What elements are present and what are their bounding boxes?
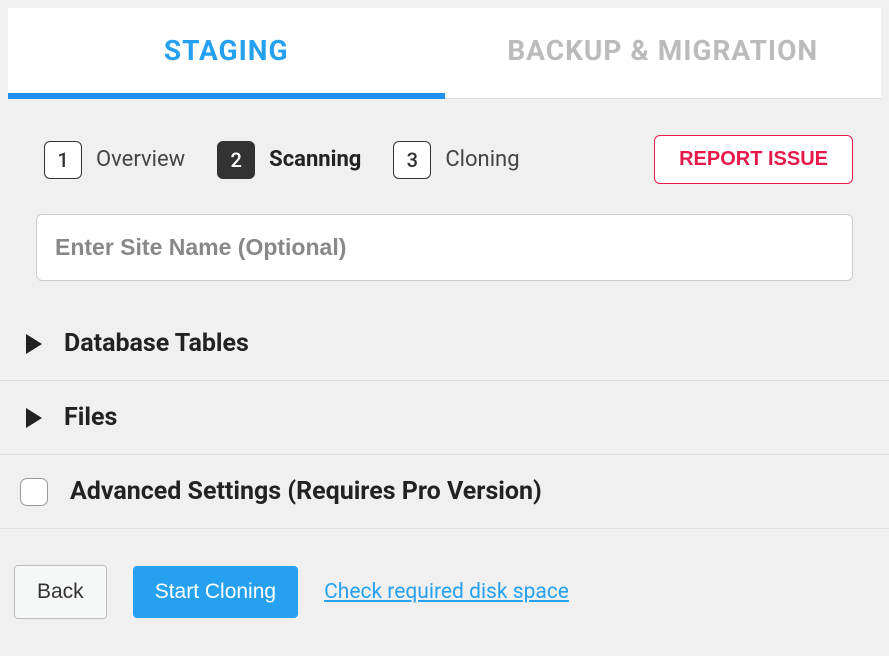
site-name-input[interactable]: [36, 214, 853, 281]
caret-right-icon: [26, 334, 42, 354]
back-button[interactable]: Back: [14, 565, 107, 619]
step-2-label: Scanning: [269, 147, 361, 172]
accordion-label: Database Tables: [64, 329, 249, 358]
step-1-number[interactable]: 1: [44, 141, 82, 179]
accordion-advanced-settings[interactable]: Advanced Settings (Requires Pro Version): [0, 455, 889, 529]
accordion-label: Files: [64, 403, 117, 432]
check-disk-space-link[interactable]: Check required disk space: [324, 580, 569, 604]
step-1-label: Overview: [96, 147, 185, 172]
actions-row: Back Start Cloning Check required disk s…: [0, 529, 889, 629]
accordion-files[interactable]: Files: [0, 381, 889, 455]
accordion-database-tables[interactable]: Database Tables: [0, 307, 889, 381]
step-2-number[interactable]: 2: [217, 141, 255, 179]
report-issue-button[interactable]: REPORT ISSUE: [654, 135, 853, 184]
step-3-label: Cloning: [445, 147, 519, 172]
start-cloning-button[interactable]: Start Cloning: [133, 566, 298, 618]
tab-staging[interactable]: STAGING: [8, 8, 445, 99]
accordion-label: Advanced Settings (Requires Pro Version): [70, 477, 542, 506]
tab-backup-migration[interactable]: BACKUP & MIGRATION: [445, 8, 882, 99]
accordion-list: Database Tables Files Advanced Settings …: [0, 307, 889, 529]
advanced-checkbox[interactable]: [20, 478, 48, 506]
caret-right-icon: [26, 408, 42, 428]
steps-row: 1 Overview 2 Scanning 3 Cloning REPORT I…: [0, 99, 889, 202]
tab-bar: STAGING BACKUP & MIGRATION: [8, 8, 881, 99]
step-3-number[interactable]: 3: [393, 141, 431, 179]
